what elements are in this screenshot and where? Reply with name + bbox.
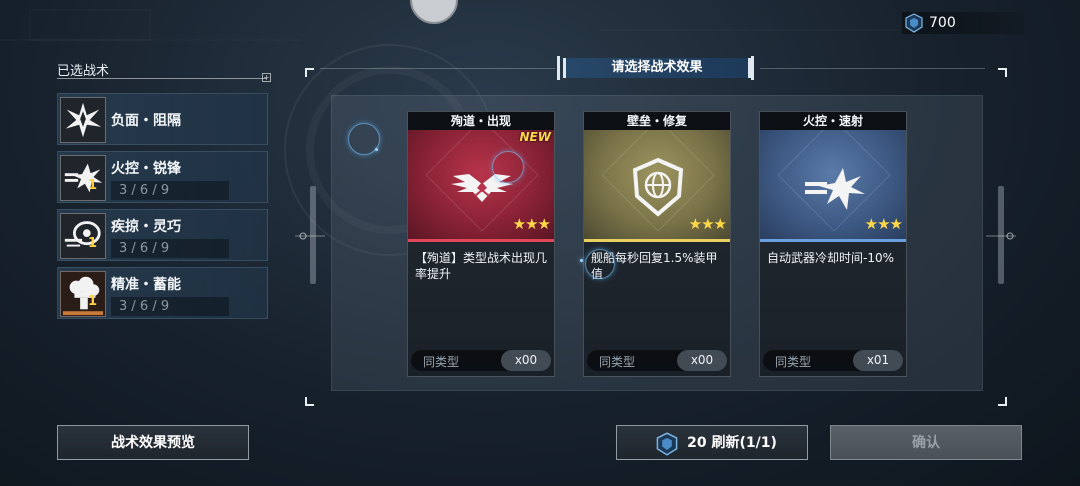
same-type-label: 同类型 (599, 355, 636, 369)
glow-spark (580, 259, 583, 262)
same-type-label: 同类型 (423, 355, 460, 369)
expand-icon: + (262, 73, 271, 82)
new-badge: NEW (519, 130, 551, 144)
selected-tactic-item[interactable]: 1 精准・蓄能 3 / 6 / 9 (57, 267, 268, 319)
title-divider (57, 78, 267, 79)
frame-corner (998, 397, 1007, 406)
tactic-card-1[interactable]: 殉道・出现 NEW ★★★ 【殉道】类型战术出现几率提升 同类型 x00 (407, 111, 555, 377)
tactic-name: 火控・锐锋 (111, 161, 181, 177)
glow-spark (375, 148, 378, 151)
title-bracket (557, 56, 560, 80)
currency-display: 700 (902, 12, 1024, 34)
same-type-count: x00 (677, 350, 727, 371)
confirm-button[interactable]: 确认 (830, 425, 1022, 460)
selected-tactic-item[interactable]: 负面・阻隔 (57, 93, 268, 145)
top-notch (410, 0, 458, 24)
tactic-levels: 3 / 6 / 9 (111, 297, 229, 316)
selected-tactics-title: 已选战术 (57, 64, 110, 79)
same-type-label: 同类型 (775, 355, 812, 369)
crosshair-icon (295, 232, 325, 240)
refresh-button[interactable]: 20 刷新(1/1) (616, 425, 808, 460)
choose-effect-title: 请选择战术效果 (563, 58, 751, 78)
tactic-name: 疾掠・灵巧 (111, 219, 181, 235)
globe-shield-icon (632, 157, 684, 217)
card-art: ★★★ (584, 130, 730, 242)
shield-core-icon (656, 432, 678, 456)
tactic-card-3[interactable]: 火控・速射 ★★★ 自动武器冷却时间-10% 同类型 x01 (759, 111, 907, 377)
preview-tactics-label: 战术效果预览 (111, 435, 195, 451)
frame-corner (998, 68, 1007, 77)
card-title: 火控・速射 (760, 112, 906, 130)
glow-bubble (492, 151, 524, 183)
refresh-cost: 20 (687, 435, 707, 451)
selected-tactic-item[interactable]: 1 疾掠・灵巧 3 / 6 / 9 (57, 209, 268, 261)
rarity-stars: ★★★ (512, 215, 551, 233)
turbine-icon (60, 213, 106, 259)
tactic-name: 精准・蓄能 (111, 277, 181, 293)
tactic-name: 负面・阻隔 (111, 113, 181, 129)
same-type-counter: 同类型 x00 (411, 350, 551, 371)
same-type-counter: 同类型 x00 (587, 350, 727, 371)
same-type-count: x01 (853, 350, 903, 371)
confirm-label: 确认 (912, 435, 940, 451)
tactic-level: 1 (88, 294, 98, 309)
refresh-label: 刷新(1/1) (711, 435, 777, 451)
preview-tactics-button[interactable]: 战术效果预览 (57, 425, 249, 460)
card-title: 殉道・出现 (408, 112, 554, 130)
gun-burst-icon (60, 155, 106, 201)
card-description: 自动武器冷却时间-10% (767, 251, 895, 265)
selected-tactic-item[interactable]: 1 火控・锐锋 3 / 6 / 9 (57, 151, 268, 203)
explosion-cloud-icon (60, 271, 106, 317)
tactic-level: 1 (88, 178, 98, 193)
shield-core-icon (905, 13, 923, 33)
frame-corner (305, 68, 314, 77)
frame-line (320, 68, 555, 69)
frame-line (760, 68, 985, 69)
gun-burst-icon (805, 168, 865, 210)
rarity-stars: ★★★ (864, 215, 903, 233)
shatter-burst-icon (60, 97, 106, 143)
tactic-level: 1 (88, 236, 98, 251)
card-description: 【殉道】类型战术出现几率提升 (415, 251, 548, 281)
currency-value: 700 (929, 15, 956, 31)
card-title: 壁垒・修复 (584, 112, 730, 130)
same-type-count: x00 (501, 350, 551, 371)
frame-corner (305, 397, 314, 406)
title-bracket (751, 56, 754, 80)
glow-bubble (585, 249, 615, 279)
tactic-levels: 3 / 6 / 9 (111, 181, 229, 200)
card-art: ★★★ (760, 130, 906, 242)
card-art: NEW ★★★ (408, 130, 554, 242)
same-type-counter: 同类型 x01 (763, 350, 903, 371)
tactic-card-2[interactable]: 壁垒・修复 ★★★ 舰船每秒回复1.5%装甲值 同类型 x00 (583, 111, 731, 377)
tactic-levels: 3 / 6 / 9 (111, 239, 229, 258)
rarity-stars: ★★★ (688, 215, 727, 233)
crosshair-icon (986, 232, 1016, 240)
